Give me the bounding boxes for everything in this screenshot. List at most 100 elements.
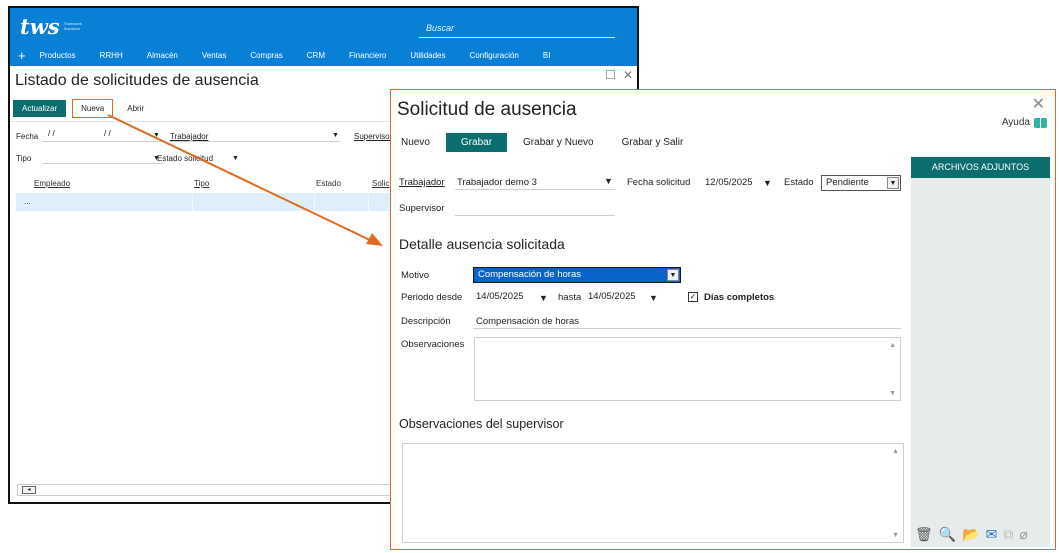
menu-item-ventas[interactable]: Ventas xyxy=(202,51,226,60)
chevron-down-icon[interactable]: ▼ xyxy=(153,132,160,139)
tws-logo[interactable]: tws Teamwork Solutions xyxy=(20,13,86,39)
maximize-icon[interactable]: ☐ xyxy=(605,68,616,82)
chevron-down-icon[interactable]: ▼ xyxy=(332,132,339,139)
column-estado[interactable]: Estado xyxy=(316,179,341,188)
scroll-left-icon[interactable]: ◂ xyxy=(22,486,36,494)
supervisor-filter-label[interactable]: Supervisor xyxy=(354,132,392,141)
fecha-solicitud-field[interactable]: 12/05/2025 xyxy=(705,177,753,188)
menu-item-rrhh[interactable]: RRHH xyxy=(100,51,123,60)
copy-icon[interactable]: ⧉ xyxy=(1003,526,1013,543)
main-menu: + Productos RRHH Almacén Ventas Compras … xyxy=(10,46,574,64)
supervisor-label: Supervisor xyxy=(399,203,445,214)
help-label: Ayuda xyxy=(1001,117,1030,128)
close-icon[interactable]: ✕ xyxy=(1032,94,1045,114)
dias-completos-label: Días completos xyxy=(704,292,775,303)
date-range-line xyxy=(42,141,162,142)
observaciones-textarea[interactable]: ▲ ▼ xyxy=(474,337,901,401)
dialog-toolbar: Nuevo Grabar Grabar y Nuevo Grabar y Sal… xyxy=(399,133,685,152)
scroll-up-icon[interactable]: ▲ xyxy=(889,342,896,349)
trabajador-line xyxy=(455,189,615,190)
motivo-label: Motivo xyxy=(401,270,429,281)
date-from-field[interactable]: / / xyxy=(48,129,55,138)
close-icon[interactable]: ✕ xyxy=(623,68,633,82)
grabar-button[interactable]: Grabar xyxy=(445,133,508,152)
descripcion-line xyxy=(473,328,901,329)
attachments-title: ARCHIVOS ADJUNTOS xyxy=(911,157,1050,178)
dialog-title: Solicitud de ausencia xyxy=(397,99,577,120)
attach-icon[interactable]: ⌀ xyxy=(1019,526,1027,543)
hasta-label: hasta xyxy=(558,292,582,303)
attachments-toolbar: 🗑 🔍 📂 ✉ ⧉ ⌀ xyxy=(915,526,1028,543)
supervisor-field[interactable] xyxy=(455,215,615,216)
menu-item-almacen[interactable]: Almacén xyxy=(147,51,178,60)
chevron-down-icon[interactable]: ▼ xyxy=(604,176,613,186)
periodo-hasta-field[interactable]: 14/05/2025 xyxy=(588,291,636,302)
tipo-filter-line xyxy=(42,163,162,164)
column-divider xyxy=(192,193,193,211)
fecha-label: Fecha xyxy=(16,132,39,141)
menu-item-financiero[interactable]: Financiero xyxy=(349,51,386,60)
page-title: Listado de solicitudes de ausencia xyxy=(15,72,259,89)
estado-solicitud-label: Estado solicitud xyxy=(157,154,214,163)
chevron-down-icon[interactable]: ▼ xyxy=(539,293,548,303)
menu-item-compras[interactable]: Compras xyxy=(250,51,282,60)
chevron-down-icon[interactable]: ▼ xyxy=(649,293,658,303)
chevron-down-icon[interactable]: ▼ xyxy=(887,177,899,189)
column-empleado[interactable]: Empleado xyxy=(34,179,70,188)
chevron-down-icon[interactable]: ▼ xyxy=(667,269,679,281)
folder-icon[interactable]: 📂 xyxy=(962,526,979,543)
trabajador-filter-line xyxy=(170,141,340,142)
menu-item-productos[interactable]: Productos xyxy=(40,51,76,60)
list-toolbar: Actualizar Nueva Abrir xyxy=(13,99,152,118)
estado-select[interactable]: Pendiente ▼ xyxy=(821,175,901,191)
grabar-nuevo-button[interactable]: Grabar y Nuevo xyxy=(521,133,596,152)
open-button[interactable]: Abrir xyxy=(119,100,152,117)
chevron-down-icon[interactable]: ▼ xyxy=(763,178,772,188)
attachments-panel: ARCHIVOS ADJUNTOS 🗑 🔍 📂 ✉ ⧉ ⌀ xyxy=(911,157,1050,547)
scroll-down-icon[interactable]: ▼ xyxy=(892,532,899,539)
book-icon xyxy=(1034,117,1047,128)
absence-request-dialog: Solicitud de ausencia ✕ Ayuda Nuevo Grab… xyxy=(390,89,1056,550)
menu-item-crm[interactable]: CRM xyxy=(307,51,325,60)
periodo-desde-field[interactable]: 14/05/2025 xyxy=(476,291,524,302)
descripcion-field[interactable]: Compensación de horas xyxy=(476,316,579,327)
motivo-select[interactable]: Compensación de horas ▼ xyxy=(473,267,681,283)
detalle-title: Detalle ausencia solicitada xyxy=(399,236,565,252)
dias-completos-checkbox[interactable]: ✓ xyxy=(688,292,698,302)
mail-icon[interactable]: ✉ xyxy=(986,526,998,543)
tipo-label: Tipo xyxy=(16,154,32,163)
obs-supervisor-textarea[interactable]: ▲ ▼ xyxy=(402,443,904,543)
menu-item-bi[interactable]: BI xyxy=(543,51,551,60)
periodo-desde-label: Periodo desde xyxy=(401,292,463,303)
trash-icon[interactable]: 🗑 xyxy=(915,526,933,543)
fecha-solicitud-label: Fecha solicitud xyxy=(627,177,691,188)
add-menu-button[interactable]: + xyxy=(18,48,26,63)
observaciones-label: Observaciones xyxy=(401,339,465,350)
trabajador-filter-label[interactable]: Trabajador xyxy=(170,132,208,141)
trabajador-field[interactable]: Trabajador demo 3 xyxy=(457,177,537,188)
logo-subtitle: Teamwork Solutions xyxy=(63,21,82,31)
preview-icon[interactable]: 🔍 xyxy=(939,526,956,543)
trabajador-label[interactable]: Trabajador xyxy=(399,177,445,188)
scroll-down-icon[interactable]: ▼ xyxy=(889,390,896,397)
chevron-down-icon[interactable]: ▼ xyxy=(232,155,239,162)
help-link[interactable]: Ayuda xyxy=(1002,117,1047,128)
app-header: tws Teamwork Solutions Buscar + Producto… xyxy=(10,8,637,66)
motivo-value: Compensación de horas xyxy=(478,269,581,280)
grabar-salir-button[interactable]: Grabar y Salir xyxy=(620,133,686,152)
logo-text: tws xyxy=(20,13,60,39)
estado-label: Estado xyxy=(784,177,814,188)
date-to-field[interactable]: / / xyxy=(104,129,111,138)
update-button[interactable]: Actualizar xyxy=(13,100,67,117)
search-input[interactable]: Buscar xyxy=(419,18,615,38)
column-solicitud[interactable]: Solic xyxy=(372,179,389,188)
scroll-up-icon[interactable]: ▲ xyxy=(892,448,899,455)
row-placeholder: ... xyxy=(24,197,31,206)
new-button[interactable]: Nueva xyxy=(72,99,114,118)
menu-item-utilidades[interactable]: Utilidades xyxy=(410,51,445,60)
menu-item-configuracion[interactable]: Configuración xyxy=(470,51,519,60)
obs-supervisor-title: Observaciones del supervisor xyxy=(399,417,564,431)
column-tipo[interactable]: Tipo xyxy=(194,179,209,188)
nuevo-button[interactable]: Nuevo xyxy=(399,133,432,152)
column-divider xyxy=(368,193,369,211)
